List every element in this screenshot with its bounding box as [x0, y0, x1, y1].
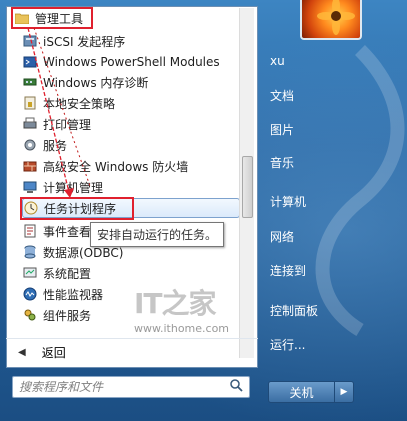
right-item-label: 计算机 — [270, 194, 307, 209]
glass-decoration — [315, 45, 405, 336]
shutdown-group: 关机 ▶ — [268, 381, 354, 403]
odbc-icon — [22, 244, 38, 260]
program-label: 计算机管理 — [43, 180, 104, 195]
flower-icon — [317, 0, 355, 35]
iscsi-icon — [22, 33, 38, 49]
program-label: 服务 — [43, 138, 68, 153]
event-viewer-icon — [22, 223, 38, 239]
programs-scrollbar[interactable] — [239, 8, 254, 358]
program-item-firewall[interactable]: 高级安全 Windows 防火墙 — [22, 156, 240, 176]
firewall-icon — [22, 158, 38, 174]
back-arrow-icon: ◀ — [18, 346, 26, 358]
shutdown-button[interactable]: 关机 — [268, 381, 335, 403]
folder-highlight-box — [11, 7, 93, 29]
printer-icon — [22, 116, 38, 132]
program-item-services[interactable]: 服务 — [22, 135, 240, 155]
shutdown-options-button[interactable]: ▶ — [335, 381, 354, 403]
services-icon — [22, 137, 38, 153]
component-services-icon — [22, 307, 38, 323]
program-item-memory-diagnostic[interactable]: Windows 内存诊断 — [22, 72, 240, 92]
watermark-logo: IT之家 — [134, 287, 217, 320]
system-config-icon — [22, 265, 38, 281]
program-label: Windows 内存诊断 — [43, 75, 149, 90]
chevron-right-icon: ▶ — [340, 387, 348, 397]
right-item-label: 网络 — [270, 229, 295, 244]
user-label: xu — [270, 54, 285, 68]
right-item-label: 控制面板 — [270, 303, 319, 318]
user-picture[interactable] — [300, 0, 362, 40]
watermark: IT之家 www.ithome.com — [134, 282, 229, 335]
program-label: 本地安全策略 — [43, 96, 116, 111]
back-label: 返回 — [41, 345, 66, 360]
task-scheduler-tooltip: 安排自动运行的任务。 — [90, 222, 225, 247]
right-item-label: 连接到 — [270, 263, 307, 278]
right-item-run[interactable]: 运行... — [270, 333, 305, 355]
right-item-pictures[interactable]: 图片 — [270, 118, 294, 140]
task-scheduler-highlight-box — [20, 197, 134, 220]
search-input[interactable] — [13, 379, 230, 395]
program-item-system-config[interactable]: 系统配置 — [22, 263, 240, 283]
program-item-computer-management[interactable]: 计算机管理 — [22, 177, 240, 197]
right-item-control-panel[interactable]: 控制面板 — [270, 299, 318, 321]
program-label: 高级安全 Windows 防火墙 — [43, 159, 189, 174]
computer-management-icon — [22, 179, 38, 195]
performance-monitor-icon — [22, 286, 38, 302]
right-item-label: 音乐 — [270, 155, 295, 170]
powershell-icon — [22, 54, 38, 70]
search-box[interactable] — [12, 376, 250, 398]
right-item-label: 运行... — [270, 337, 306, 352]
program-label: Windows PowerShell Modules — [43, 55, 220, 69]
program-label: 打印管理 — [43, 117, 92, 132]
scroll-thumb[interactable] — [242, 156, 253, 218]
right-item-label: 图片 — [270, 122, 295, 137]
right-item-music[interactable]: 音乐 — [270, 151, 294, 173]
right-item-documents[interactable]: 文档 — [270, 84, 294, 106]
program-item-print-management[interactable]: 打印管理 — [22, 114, 240, 134]
right-item-connect-to[interactable]: 连接到 — [270, 259, 306, 281]
program-label: 系统配置 — [43, 266, 92, 281]
memory-diagnostic-icon — [22, 74, 38, 90]
program-item-iscsi[interactable]: iSCSI 发起程序 — [22, 31, 240, 51]
right-item-user[interactable]: xu — [270, 50, 285, 72]
right-item-label: 文档 — [270, 88, 295, 103]
program-label: 组件服务 — [43, 308, 92, 323]
back-button[interactable]: ◀ 返回 — [6, 338, 258, 365]
program-item-security-policy[interactable]: 本地安全策略 — [22, 93, 240, 113]
program-item-powershell[interactable]: Windows PowerShell Modules — [22, 52, 240, 72]
right-item-computer[interactable]: 计算机 — [270, 190, 306, 212]
program-label: iSCSI 发起程序 — [43, 34, 126, 49]
program-label: 性能监视器 — [43, 287, 104, 302]
security-policy-icon — [22, 95, 38, 111]
right-item-network[interactable]: 网络 — [270, 225, 294, 247]
search-icon — [230, 379, 243, 395]
watermark-url: www.ithome.com — [134, 322, 230, 335]
program-label: 事件查看 — [43, 224, 92, 239]
